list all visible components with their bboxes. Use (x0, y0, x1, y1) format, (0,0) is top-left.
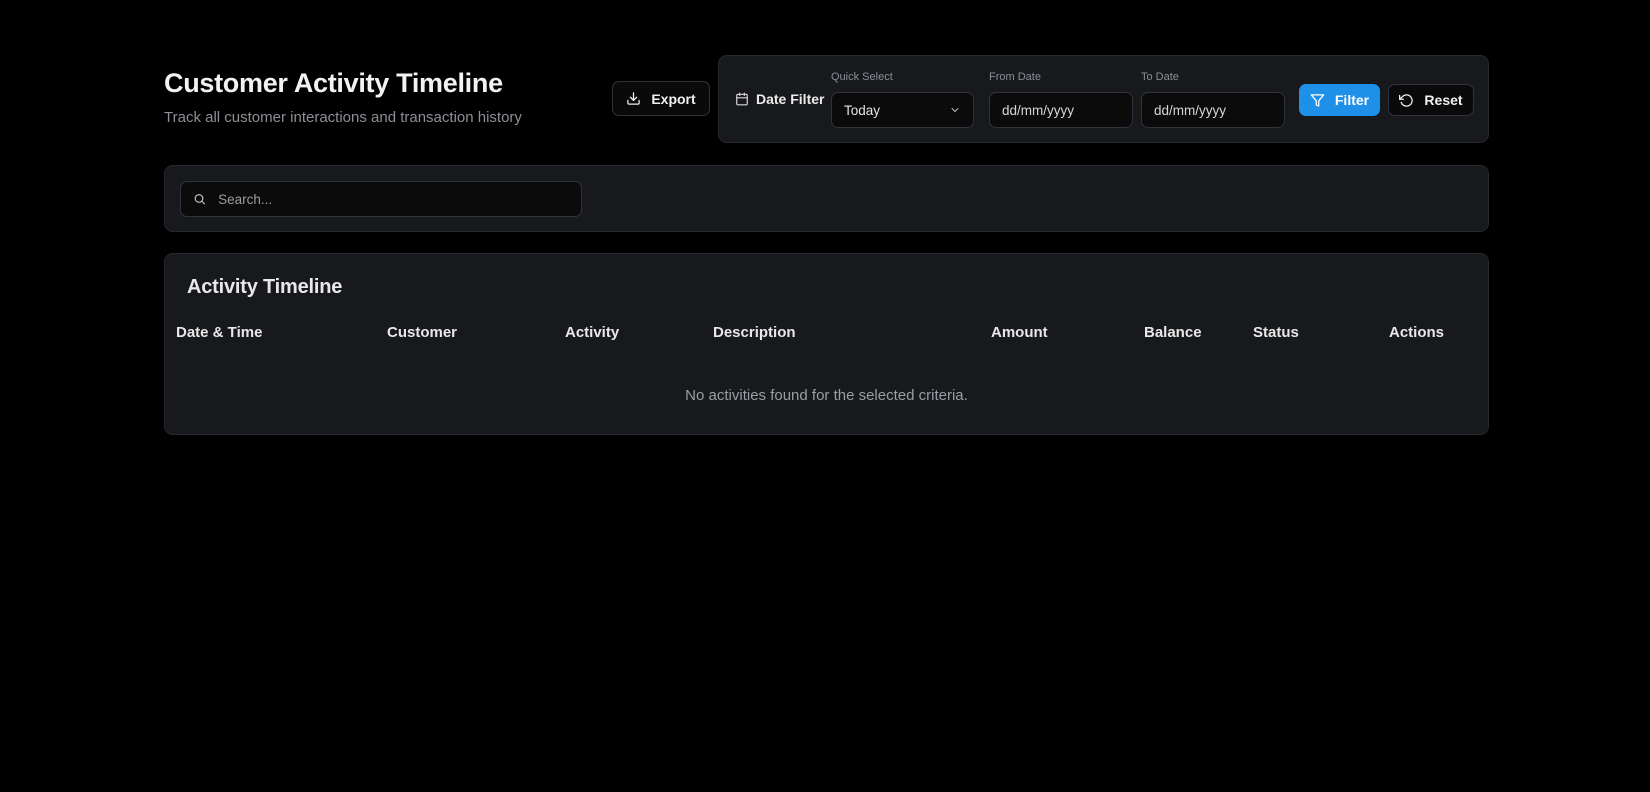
empty-state-message: No activities found for the selected cri… (685, 387, 968, 404)
to-date-label: To Date (1141, 71, 1179, 83)
quick-select-value: Today (844, 102, 881, 118)
date-filter-panel: Date Filter Quick Select Today From Date… (718, 55, 1489, 143)
to-date-input[interactable] (1154, 102, 1272, 118)
rotate-ccw-icon (1399, 93, 1414, 107)
date-filter-heading: Date Filter (735, 91, 824, 107)
export-button[interactable]: Export (612, 81, 710, 116)
chevron-down-icon (951, 108, 959, 112)
column-actions: Actions (1389, 324, 1445, 341)
page: Customer Activity Timeline Track all cus… (0, 0, 1650, 792)
quick-select-label: Quick Select (831, 71, 893, 83)
activity-timeline-panel: Activity Timeline Date & Time Customer A… (164, 253, 1489, 435)
search-box[interactable] (180, 181, 582, 217)
page-title: Customer Activity Timeline (164, 68, 503, 98)
column-activity[interactable]: Activity (565, 324, 619, 341)
column-balance[interactable]: Balance (1144, 324, 1202, 341)
page-subtitle: Track all customer interactions and tran… (164, 109, 522, 126)
column-customer[interactable]: Customer (387, 324, 457, 341)
column-date-time[interactable]: Date & Time (176, 324, 262, 341)
search-icon (194, 194, 205, 205)
search-input[interactable] (218, 191, 569, 207)
column-description[interactable]: Description (713, 324, 796, 341)
from-date-input[interactable] (1002, 102, 1120, 118)
from-date-label: From Date (989, 71, 1041, 83)
quick-select-dropdown[interactable]: Today (831, 92, 974, 128)
to-date-field[interactable] (1141, 92, 1285, 128)
page-header: Customer Activity Timeline Track all cus… (164, 68, 522, 126)
search-panel (164, 165, 1489, 232)
calendar-icon (736, 92, 748, 106)
funnel-icon (1310, 93, 1325, 107)
timeline-title: Activity Timeline (187, 276, 343, 298)
from-date-field[interactable] (989, 92, 1133, 128)
reset-button[interactable]: Reset (1388, 84, 1474, 116)
download-icon (627, 92, 641, 105)
filter-button[interactable]: Filter (1299, 84, 1380, 116)
reset-label: Reset (1424, 92, 1463, 108)
table-header: Date & Time Customer Activity Descriptio… (165, 324, 1488, 344)
column-status[interactable]: Status (1253, 324, 1299, 341)
column-amount[interactable]: Amount (991, 324, 1048, 341)
filter-label: Filter (1334, 92, 1370, 108)
date-filter-label: Date Filter (756, 91, 825, 107)
export-label: Export (651, 90, 696, 107)
